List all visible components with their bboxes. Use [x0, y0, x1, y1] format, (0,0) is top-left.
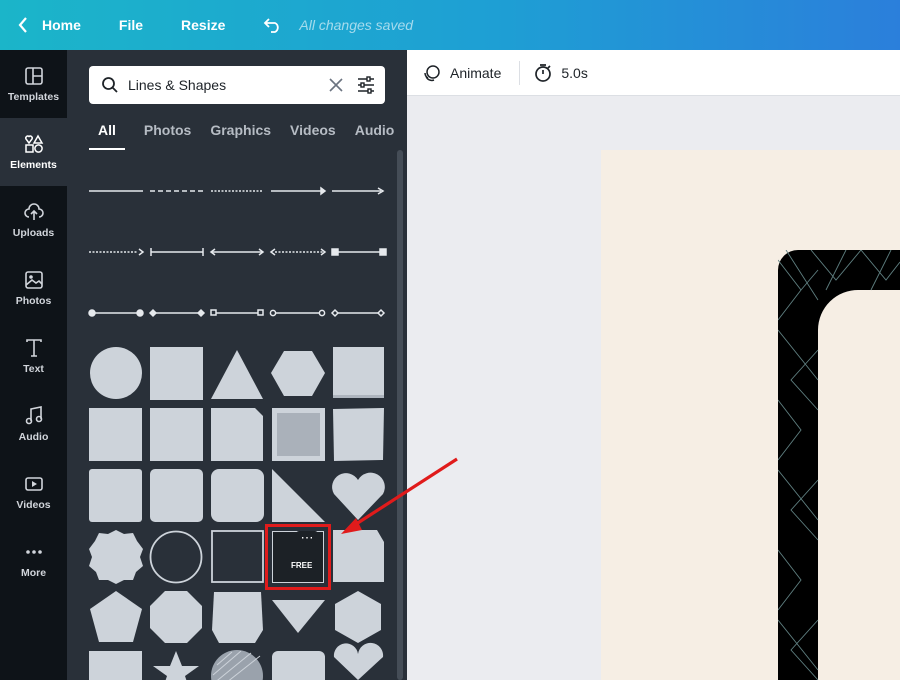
canvas-area[interactable]: [407, 96, 900, 680]
home-button[interactable]: Home: [42, 17, 81, 33]
rail-label: Audio: [18, 430, 49, 443]
rounded-square-shape: [89, 469, 142, 522]
shapes-grid: [89, 347, 385, 680]
circle-shape: [90, 347, 142, 399]
rail-item-elements[interactable]: Elements: [0, 118, 67, 186]
triangle-shape: [211, 350, 263, 399]
rail-label: Uploads: [12, 226, 55, 239]
undo-icon[interactable]: [263, 17, 283, 33]
folded-corner-shape: [211, 408, 263, 461]
down-triangle-shape: [272, 600, 325, 633]
rounded-trapezoid-shape: [212, 592, 263, 643]
panel-scrollbar[interactable]: [397, 150, 403, 680]
hexagon-vertical-shape: [335, 591, 381, 643]
circle-outline-shape: [149, 530, 203, 584]
hexagon-shape: [271, 351, 325, 396]
upload-cloud-icon: [23, 202, 44, 220]
text-icon: [25, 338, 42, 357]
square-outline-2-shape: [211, 530, 264, 583]
music-note-icon: [25, 405, 42, 424]
more-options-button[interactable]: ⋯: [296, 531, 318, 551]
square-shape: [150, 347, 203, 400]
duration-label: 5.0s: [561, 64, 588, 81]
rail-item-uploads[interactable]: Uploads: [0, 186, 67, 254]
rounded-rect-row6-shape: [272, 651, 325, 680]
design-page[interactable]: [601, 150, 900, 680]
back-chevron-icon[interactable]: [18, 17, 32, 33]
rail-item-videos[interactable]: Videos: [0, 458, 67, 526]
square-row6-shape: [89, 651, 142, 680]
rail-item-audio[interactable]: Audio: [0, 390, 67, 458]
rail-label: Text: [23, 362, 44, 375]
file-menu-button[interactable]: File: [119, 17, 143, 33]
shadow-square-shape: [333, 347, 384, 398]
toolbar-divider: [519, 60, 521, 85]
right-triangle-shape: [272, 469, 325, 522]
square-outline-shape: [150, 408, 203, 461]
pentagon-shape: [90, 591, 142, 642]
rail-item-templates[interactable]: Templates: [0, 50, 67, 118]
highlighted-shape-item[interactable]: ⋯ FREE: [265, 524, 331, 590]
rail-label: Videos: [16, 498, 51, 511]
elements-panel: All Photos Graphics Videos Audio: [67, 50, 407, 680]
heart-row6-shape: [333, 642, 384, 680]
rail-item-more[interactable]: More: [0, 526, 67, 594]
rounded-square-2-shape: [150, 469, 203, 522]
image-icon: [24, 270, 43, 289]
rail-label: More: [20, 566, 47, 579]
side-rail: Templates Elements Uploads Photos Text A…: [0, 50, 67, 680]
timer-icon: [535, 63, 552, 82]
top-bar: Home File Resize All changes saved: [0, 0, 900, 50]
elements-icon: [24, 133, 43, 153]
duration-button[interactable]: 5.0s: [533, 63, 588, 83]
rail-label: Photos: [15, 294, 52, 307]
patterned-frame-element[interactable]: [601, 150, 900, 680]
rounded-square-3-shape: [211, 469, 264, 522]
rail-label: Templates: [7, 90, 60, 103]
canvas-toolbar: Animate 5.0s: [407, 50, 900, 96]
star-shape: [153, 651, 199, 680]
rail-item-photos[interactable]: Photos: [0, 254, 67, 322]
octagon-shape: [150, 591, 202, 643]
more-dots-icon: [25, 549, 42, 554]
rough-square-shape: [89, 408, 142, 461]
animate-button[interactable]: Animate: [422, 63, 501, 83]
resize-button[interactable]: Resize: [181, 17, 225, 33]
save-status: All changes saved: [299, 17, 414, 33]
annotation-arrow: [341, 457, 458, 534]
rail-item-text[interactable]: Text: [0, 322, 67, 390]
animate-label: Animate: [450, 64, 502, 81]
free-badge: FREE: [287, 559, 317, 572]
templates-icon: [24, 66, 43, 85]
animate-icon: [424, 64, 440, 81]
scalloped-circle-shape: [89, 530, 143, 584]
video-icon: [24, 476, 43, 491]
rail-label: Elements: [10, 158, 57, 171]
